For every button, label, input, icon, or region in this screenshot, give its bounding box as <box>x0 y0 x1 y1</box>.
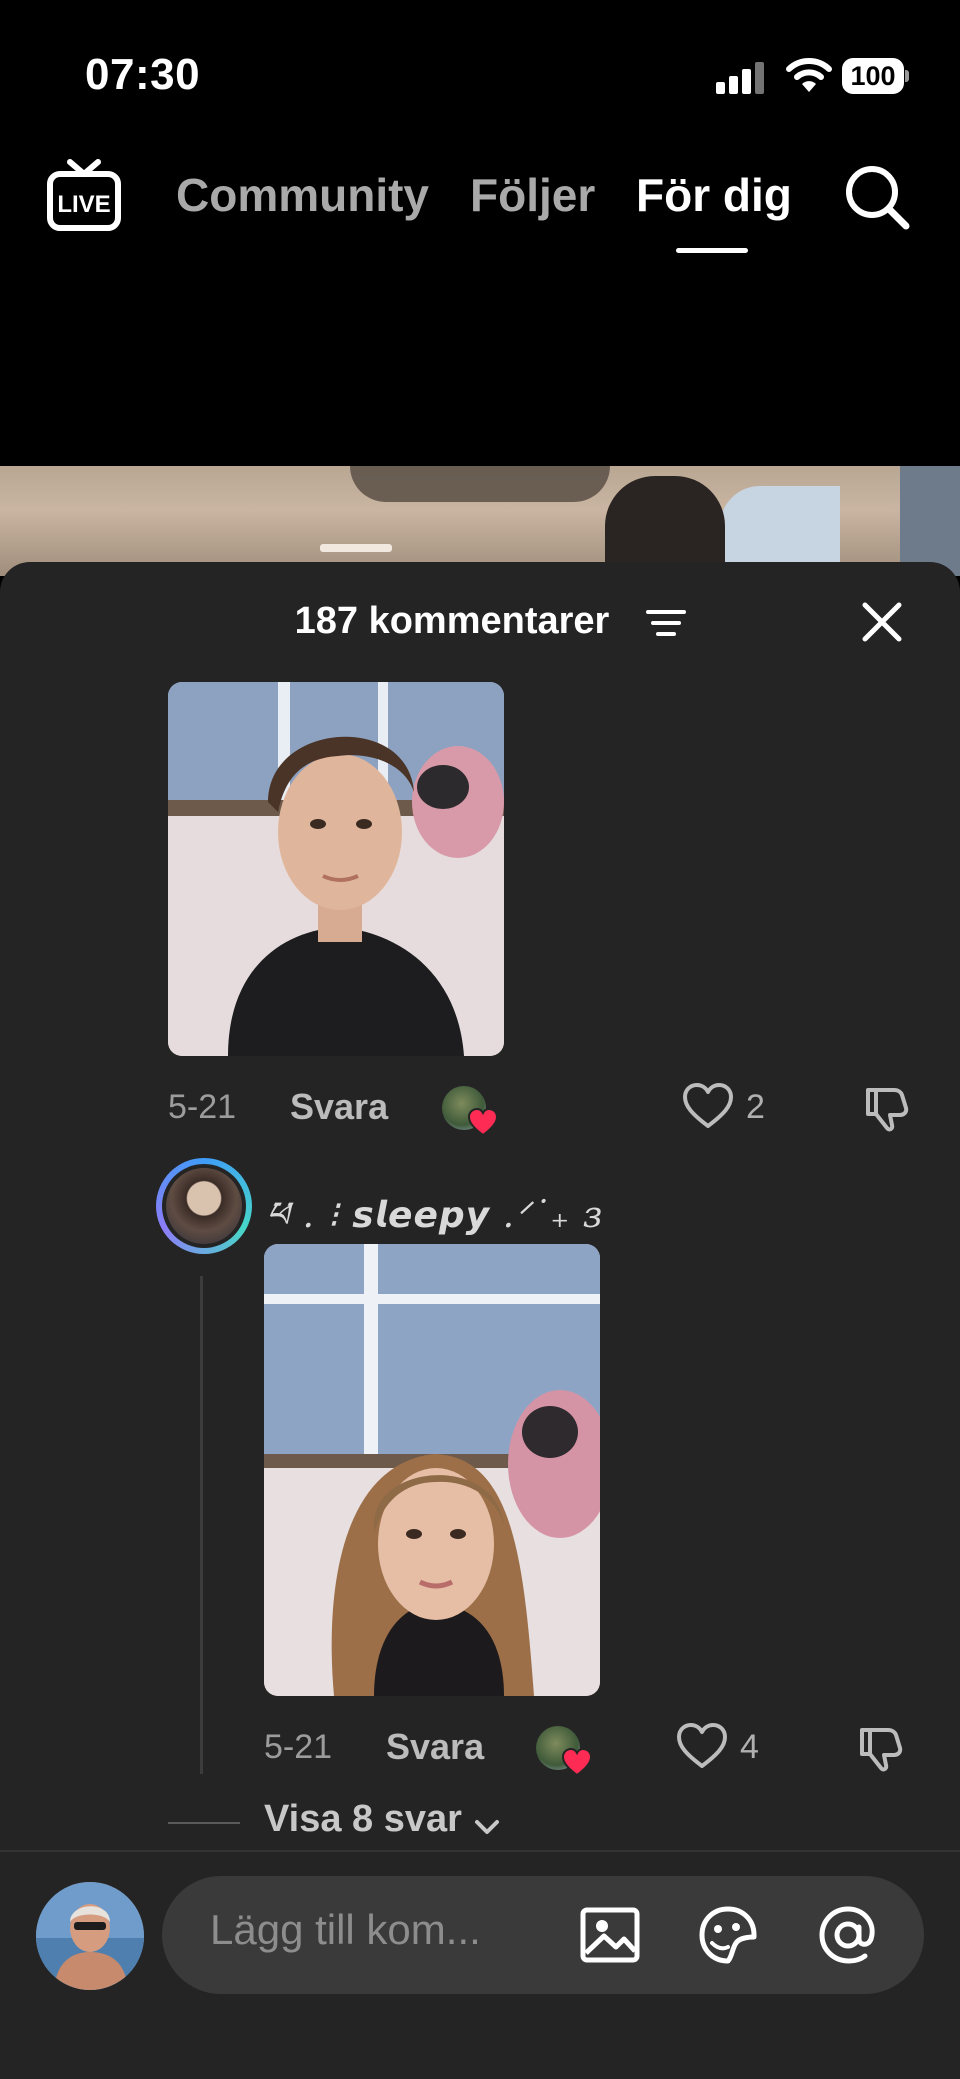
sort-filter-icon[interactable] <box>646 608 686 638</box>
comment-photo-1[interactable] <box>168 682 504 1056</box>
avatar-photo <box>166 1168 242 1244</box>
comment-input[interactable] <box>210 1906 530 1954</box>
like-heart-icon-2[interactable] <box>676 1722 728 1770</box>
creator-heart-icon-2 <box>562 1748 592 1777</box>
video-car-roof <box>350 466 610 502</box>
cellular-signal-icon <box>716 62 764 94</box>
battery-level: 100 <box>842 58 904 94</box>
like-heart-icon[interactable] <box>682 1082 734 1130</box>
replies-divider-line <box>168 1822 240 1824</box>
dislike-icon[interactable] <box>862 1082 914 1134</box>
battery-nub <box>905 70 909 82</box>
comment-input-container[interactable] <box>162 1876 924 1994</box>
photo-selfie-woman <box>264 1244 600 1696</box>
dislike-icon-2[interactable] <box>856 1722 908 1774</box>
sticker-emoji-icon[interactable] <box>696 1903 760 1967</box>
live-tv-icon[interactable]: LIVE <box>46 156 122 232</box>
reply-date: 5-21 <box>264 1728 333 1766</box>
tab-following[interactable]: Följer <box>470 168 595 222</box>
view-more-replies-button[interactable]: Visa 8 svar <box>264 1798 462 1841</box>
wifi-icon <box>786 58 832 92</box>
user-avatar[interactable] <box>156 1158 252 1254</box>
creator-heart-icon <box>468 1108 498 1137</box>
input-bar-divider <box>0 1850 960 1852</box>
comment-date: 5-21 <box>168 1088 237 1126</box>
image-icon[interactable] <box>578 1903 642 1967</box>
chevron-down-icon[interactable] <box>474 1818 500 1836</box>
video-car-light <box>320 544 392 552</box>
comments-count-title: 187 kommentarer <box>0 600 960 643</box>
video-car-pillar <box>900 466 960 576</box>
live-label: LIVE <box>57 191 110 218</box>
thread-line <box>200 1276 203 1774</box>
photo-selfie-man <box>168 682 504 1056</box>
my-avatar[interactable] <box>36 1882 144 1990</box>
my-avatar-photo <box>36 1882 144 1990</box>
background-video[interactable] <box>0 466 960 576</box>
search-icon[interactable] <box>842 162 912 232</box>
like-count: 2 <box>746 1088 765 1126</box>
reply-button[interactable]: Svara <box>290 1086 388 1128</box>
active-tab-indicator <box>676 248 748 253</box>
video-car-seat <box>605 476 725 576</box>
like-count-2: 4 <box>740 1728 759 1766</box>
comments-count: 187 kommentarer <box>294 600 610 642</box>
tab-for-you[interactable]: För dig <box>636 168 792 222</box>
reply-button-2[interactable]: Svara <box>386 1726 484 1768</box>
comment-photo-2[interactable] <box>264 1244 600 1696</box>
mention-at-icon[interactable] <box>816 1903 880 1967</box>
close-icon[interactable] <box>860 600 904 644</box>
tab-community[interactable]: Community <box>176 168 429 222</box>
status-time: 07:30 <box>85 50 201 99</box>
battery-indicator: 100 <box>842 58 910 94</box>
